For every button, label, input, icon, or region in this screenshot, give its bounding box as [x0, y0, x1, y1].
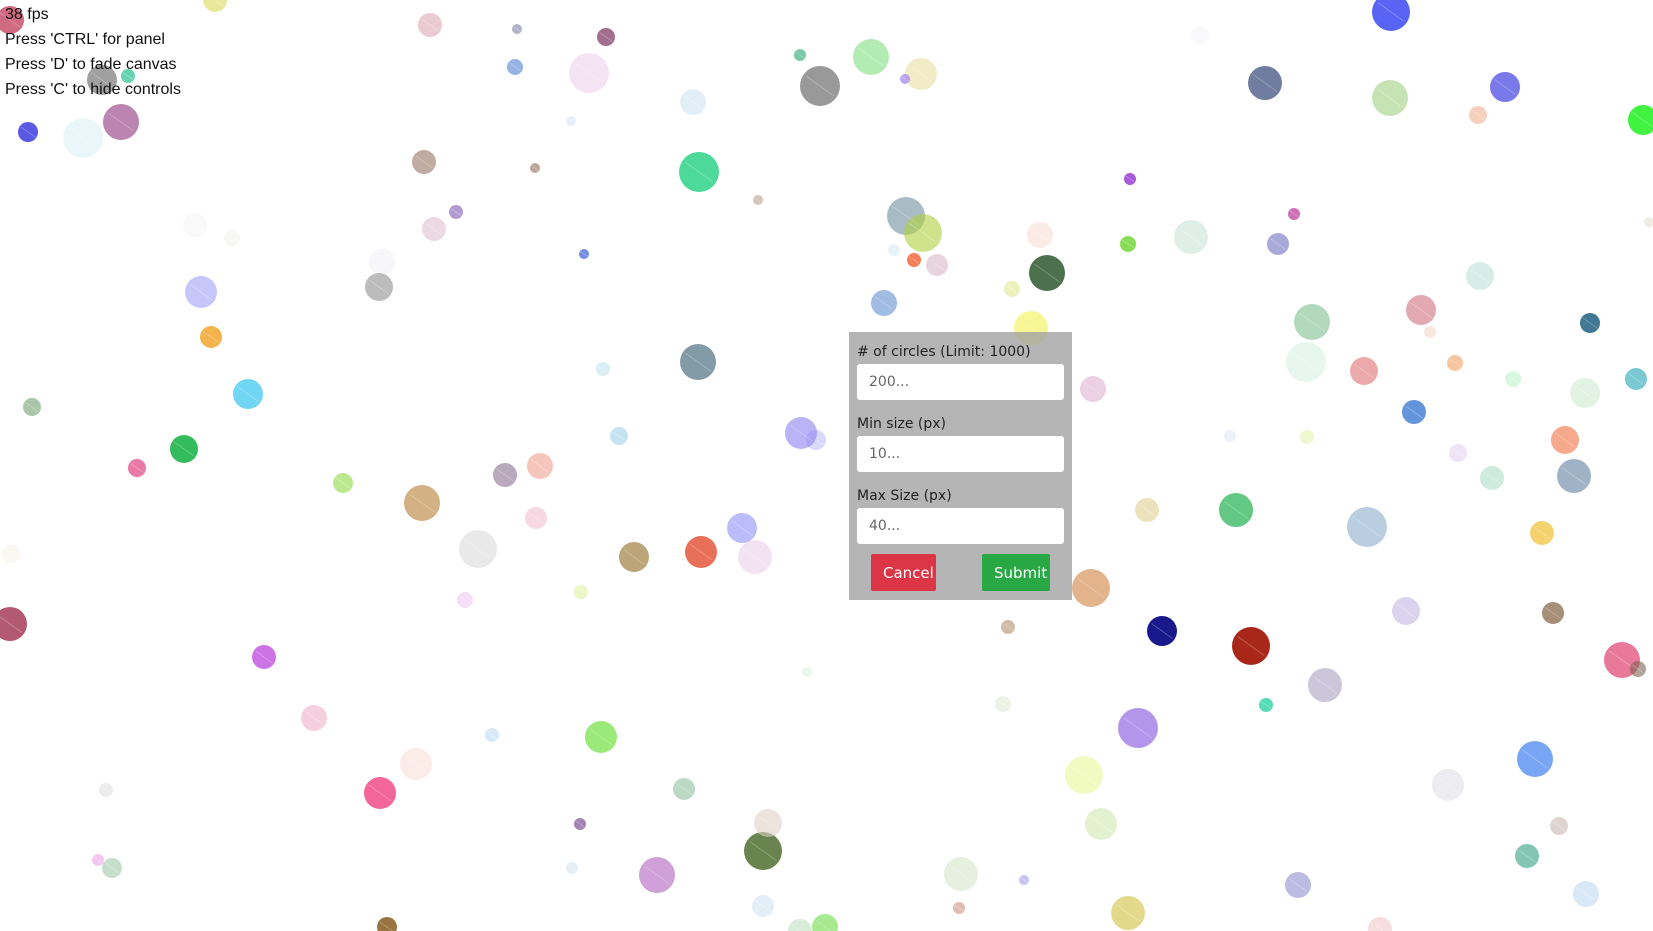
panel-actions: Cancel Submit	[871, 554, 1050, 592]
circles-canvas	[0, 0, 1653, 931]
submit-button[interactable]: Submit	[982, 554, 1050, 591]
hint-fade: Press 'D' to fade canvas	[5, 56, 177, 73]
floating-circle	[1628, 105, 1653, 135]
hint-hide: Press 'C' to hide controls	[5, 81, 181, 98]
max-size-label: Max Size (px)	[857, 488, 952, 504]
floating-circle	[0, 607, 27, 641]
hint-panel: Press 'CTRL' for panel	[5, 31, 165, 48]
canvas-area[interactable]: 38 fps Press 'CTRL' for panel Press 'D' …	[0, 0, 1653, 931]
cancel-button[interactable]: Cancel	[871, 554, 936, 591]
min-size-label: Min size (px)	[857, 416, 946, 432]
fps-counter: 38 fps	[5, 6, 49, 23]
floating-circle	[1372, 0, 1410, 31]
circles-count-input[interactable]	[857, 364, 1064, 400]
settings-panel: # of circles (Limit: 1000) Min size (px)…	[849, 332, 1072, 600]
hud-overlay: 38 fps Press 'CTRL' for panel Press 'D' …	[5, 2, 181, 102]
circles-count-label: # of circles (Limit: 1000)	[857, 344, 1031, 360]
floating-circle	[812, 914, 838, 931]
floating-circle	[377, 917, 397, 931]
max-size-input[interactable]	[857, 508, 1064, 544]
min-size-input[interactable]	[857, 436, 1064, 472]
